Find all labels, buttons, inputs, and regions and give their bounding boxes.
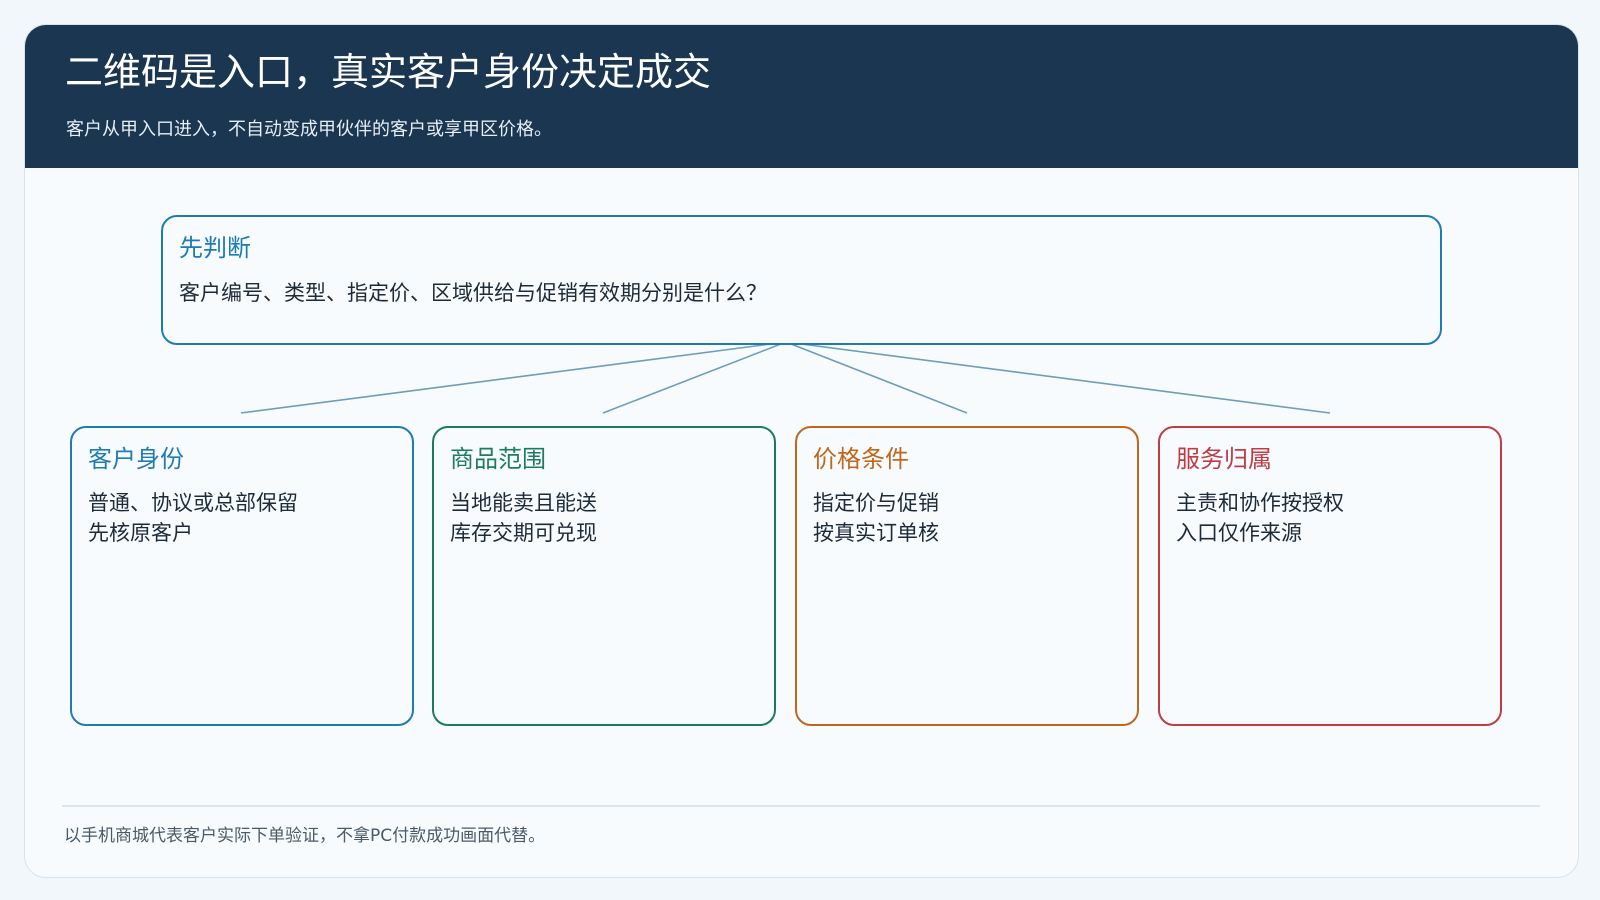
- card-title: 价格条件: [813, 445, 909, 473]
- card-line: 库存交期可兑现: [450, 521, 597, 545]
- card-service-ownership: 服务归属 主责和协作按授权 入口仅作来源: [1158, 426, 1502, 726]
- page-title: 二维码是入口，真实客户身份决定成交: [65, 50, 712, 94]
- footer-divider: [62, 805, 1540, 807]
- card-title: 客户身份: [88, 445, 184, 473]
- card-product-scope: 商品范围 当地能卖且能送 库存交期可兑现: [432, 426, 776, 726]
- header-banner: 二维码是入口，真实客户身份决定成交 客户从甲入口进入，不自动变成甲伙伴的客户或享…: [25, 25, 1578, 168]
- connector-line-price: [785, 341, 968, 414]
- card-title: 服务归属: [1176, 445, 1272, 473]
- connector-line-product: [602, 341, 787, 414]
- card-line: 指定价与促销: [813, 491, 939, 515]
- footer-note: 以手机商城代表客户实际下单验证，不拿PC付款成功画面代替。: [64, 826, 546, 846]
- card-customer-identity: 客户身份 普通、协议或总部保留 先核原客户: [70, 426, 414, 726]
- card-line: 普通、协议或总部保留: [88, 491, 298, 515]
- decision-question: 客户编号、类型、指定价、区域供给与促销有效期分别是什么？: [179, 281, 767, 305]
- decision-box: 先判断 客户编号、类型、指定价、区域供给与促销有效期分别是什么？: [161, 215, 1442, 345]
- connector-line-customer: [240, 341, 787, 414]
- card-line: 当地能卖且能送: [450, 491, 597, 515]
- card-line: 主责和协作按授权: [1176, 491, 1344, 515]
- decision-heading: 先判断: [179, 234, 251, 262]
- card-line: 先核原客户: [88, 521, 193, 545]
- card-line: 入口仅作来源: [1176, 521, 1302, 545]
- page-subtitle: 客户从甲入口进入，不自动变成甲伙伴的客户或享甲区价格。: [66, 119, 552, 140]
- card-line: 按真实订单核: [813, 521, 939, 545]
- card-title: 商品范围: [450, 445, 546, 473]
- connector-line-service: [785, 341, 1331, 414]
- slide: 二维码是入口，真实客户身份决定成交 客户从甲入口进入，不自动变成甲伙伴的客户或享…: [24, 24, 1579, 878]
- card-price-conditions: 价格条件 指定价与促销 按真实订单核: [795, 426, 1139, 726]
